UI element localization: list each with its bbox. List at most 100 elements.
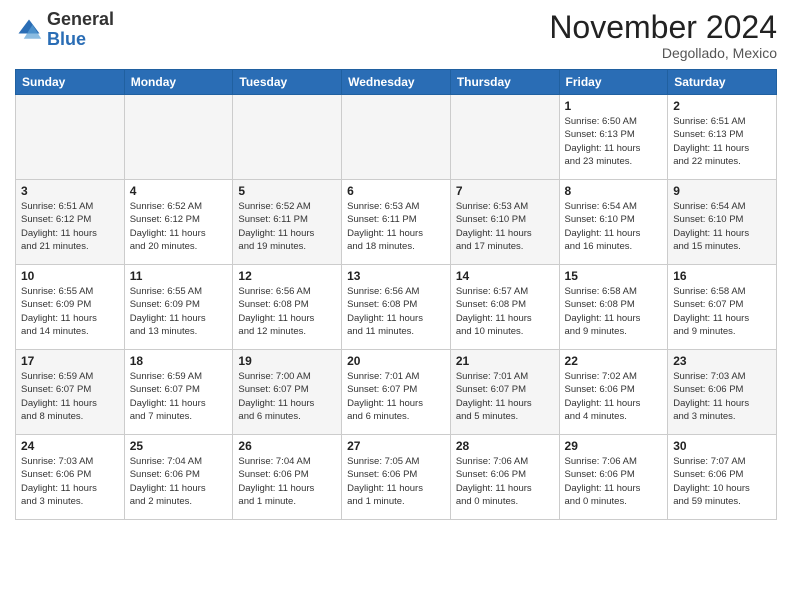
title-block: November 2024 Degollado, Mexico [549, 10, 777, 61]
calendar-cell: 27 Sunrise: 7:05 AM Sunset: 6:06 PM Dayli… [342, 435, 451, 520]
calendar-cell: 9 Sunrise: 6:54 AM Sunset: 6:10 PM Daylig… [668, 180, 777, 265]
day-number: 17 [21, 354, 119, 368]
calendar-cell [342, 95, 451, 180]
calendar-cell: 12 Sunrise: 6:56 AM Sunset: 6:08 PM Dayli… [233, 265, 342, 350]
weekday-header-thursday: Thursday [450, 70, 559, 95]
day-info: Sunrise: 6:50 AM Sunset: 6:13 PM Dayligh… [565, 115, 663, 168]
calendar-cell: 29Sunrise: 7:06 AM Sunset: 6:06 PM Dayli… [559, 435, 668, 520]
calendar-cell [233, 95, 342, 180]
day-info: Sunrise: 6:51 AM Sunset: 6:13 PM Dayligh… [673, 115, 771, 168]
weekday-header-friday: Friday [559, 70, 668, 95]
calendar-cell: 15 Sunrise: 6:58 AM Sunset: 6:08 PM Dayli… [559, 265, 668, 350]
calendar-cell: 3Sunrise: 6:51 AM Sunset: 6:12 PM Daylig… [16, 180, 125, 265]
day-info: Sunrise: 7:01 AM Sunset: 6:07 PM Dayligh… [456, 370, 554, 423]
calendar-cell: 22Sunrise: 7:02 AM Sunset: 6:06 PM Dayli… [559, 350, 668, 435]
day-number: 3 [21, 184, 119, 198]
day-number: 7 [456, 184, 554, 198]
logo-general: General [47, 9, 114, 29]
calendar-cell: 6Sunrise: 6:53 AM Sunset: 6:11 PM Daylig… [342, 180, 451, 265]
weekday-header-row: SundayMondayTuesdayWednesdayThursdayFrid… [16, 70, 777, 95]
calendar-cell: 4 Sunrise: 6:52 AM Sunset: 6:12 PM Daylig… [124, 180, 233, 265]
header: General Blue November 2024 Degollado, Me… [15, 10, 777, 61]
day-number: 29 [565, 439, 663, 453]
day-info: Sunrise: 6:52 AM Sunset: 6:12 PM Dayligh… [130, 200, 228, 253]
page: General Blue November 2024 Degollado, Me… [0, 0, 792, 535]
day-info: Sunrise: 7:06 AM Sunset: 6:06 PM Dayligh… [456, 455, 554, 508]
calendar-cell: 24 Sunrise: 7:03 AM Sunset: 6:06 PM Dayli… [16, 435, 125, 520]
day-info: Sunrise: 6:56 AM Sunset: 6:08 PM Dayligh… [238, 285, 336, 338]
day-number: 8 [565, 184, 663, 198]
day-info: Sunrise: 7:07 AM Sunset: 6:06 PM Dayligh… [673, 455, 771, 508]
weekday-header-saturday: Saturday [668, 70, 777, 95]
day-info: Sunrise: 7:01 AM Sunset: 6:07 PM Dayligh… [347, 370, 445, 423]
day-number: 16 [673, 269, 771, 283]
calendar-cell: 7 Sunrise: 6:53 AM Sunset: 6:10 PM Daylig… [450, 180, 559, 265]
day-number: 12 [238, 269, 336, 283]
logo-icon [15, 16, 43, 44]
calendar-cell [450, 95, 559, 180]
week-row-5: 24 Sunrise: 7:03 AM Sunset: 6:06 PM Dayli… [16, 435, 777, 520]
day-number: 11 [130, 269, 228, 283]
day-info: Sunrise: 6:58 AM Sunset: 6:08 PM Dayligh… [565, 285, 663, 338]
day-info: Sunrise: 6:57 AM Sunset: 6:08 PM Dayligh… [456, 285, 554, 338]
calendar-cell: 16Sunrise: 6:58 AM Sunset: 6:07 PM Dayli… [668, 265, 777, 350]
day-number: 28 [456, 439, 554, 453]
day-info: Sunrise: 6:53 AM Sunset: 6:10 PM Dayligh… [456, 200, 554, 253]
day-number: 30 [673, 439, 771, 453]
weekday-header-wednesday: Wednesday [342, 70, 451, 95]
day-info: Sunrise: 7:03 AM Sunset: 6:06 PM Dayligh… [21, 455, 119, 508]
day-number: 9 [673, 184, 771, 198]
calendar-cell [124, 95, 233, 180]
day-number: 27 [347, 439, 445, 453]
day-info: Sunrise: 6:54 AM Sunset: 6:10 PM Dayligh… [673, 200, 771, 253]
logo-text: General Blue [47, 10, 114, 50]
calendar-cell: 17Sunrise: 6:59 AM Sunset: 6:07 PM Dayli… [16, 350, 125, 435]
calendar-cell: 20Sunrise: 7:01 AM Sunset: 6:07 PM Dayli… [342, 350, 451, 435]
calendar-cell: 13 Sunrise: 6:56 AM Sunset: 6:08 PM Dayli… [342, 265, 451, 350]
calendar-cell: 5 Sunrise: 6:52 AM Sunset: 6:11 PM Daylig… [233, 180, 342, 265]
calendar-cell: 26 Sunrise: 7:04 AM Sunset: 6:06 PM Dayli… [233, 435, 342, 520]
day-info: Sunrise: 7:05 AM Sunset: 6:06 PM Dayligh… [347, 455, 445, 508]
calendar-cell: 14 Sunrise: 6:57 AM Sunset: 6:08 PM Dayli… [450, 265, 559, 350]
month-title: November 2024 [549, 10, 777, 45]
week-row-2: 3Sunrise: 6:51 AM Sunset: 6:12 PM Daylig… [16, 180, 777, 265]
day-info: Sunrise: 6:55 AM Sunset: 6:09 PM Dayligh… [130, 285, 228, 338]
day-info: Sunrise: 6:56 AM Sunset: 6:08 PM Dayligh… [347, 285, 445, 338]
weekday-header-tuesday: Tuesday [233, 70, 342, 95]
day-number: 19 [238, 354, 336, 368]
day-number: 6 [347, 184, 445, 198]
day-info: Sunrise: 7:04 AM Sunset: 6:06 PM Dayligh… [238, 455, 336, 508]
day-number: 18 [130, 354, 228, 368]
day-number: 14 [456, 269, 554, 283]
day-info: Sunrise: 6:52 AM Sunset: 6:11 PM Dayligh… [238, 200, 336, 253]
day-info: Sunrise: 6:54 AM Sunset: 6:10 PM Dayligh… [565, 200, 663, 253]
day-number: 22 [565, 354, 663, 368]
day-info: Sunrise: 7:00 AM Sunset: 6:07 PM Dayligh… [238, 370, 336, 423]
logo: General Blue [15, 10, 114, 50]
day-info: Sunrise: 6:59 AM Sunset: 6:07 PM Dayligh… [130, 370, 228, 423]
calendar-cell: 2Sunrise: 6:51 AM Sunset: 6:13 PM Daylig… [668, 95, 777, 180]
day-number: 26 [238, 439, 336, 453]
day-number: 13 [347, 269, 445, 283]
calendar-cell: 23 Sunrise: 7:03 AM Sunset: 6:06 PM Dayli… [668, 350, 777, 435]
day-number: 10 [21, 269, 119, 283]
calendar-cell: 30 Sunrise: 7:07 AM Sunset: 6:06 PM Dayli… [668, 435, 777, 520]
week-row-3: 10 Sunrise: 6:55 AM Sunset: 6:09 PM Dayli… [16, 265, 777, 350]
weekday-header-monday: Monday [124, 70, 233, 95]
day-number: 24 [21, 439, 119, 453]
calendar-cell: 11 Sunrise: 6:55 AM Sunset: 6:09 PM Dayli… [124, 265, 233, 350]
calendar-cell: 8 Sunrise: 6:54 AM Sunset: 6:10 PM Daylig… [559, 180, 668, 265]
day-info: Sunrise: 6:55 AM Sunset: 6:09 PM Dayligh… [21, 285, 119, 338]
calendar-cell: 10 Sunrise: 6:55 AM Sunset: 6:09 PM Dayli… [16, 265, 125, 350]
day-info: Sunrise: 7:03 AM Sunset: 6:06 PM Dayligh… [673, 370, 771, 423]
day-number: 1 [565, 99, 663, 113]
day-number: 4 [130, 184, 228, 198]
day-number: 5 [238, 184, 336, 198]
logo-blue: Blue [47, 29, 86, 49]
day-number: 15 [565, 269, 663, 283]
calendar-cell: 21 Sunrise: 7:01 AM Sunset: 6:07 PM Dayli… [450, 350, 559, 435]
day-number: 21 [456, 354, 554, 368]
week-row-4: 17 Sunrise: 6:59 AM Sunset: 6:07 PM Dayli… [16, 350, 777, 435]
day-number: 23 [673, 354, 771, 368]
calendar-cell [16, 95, 125, 180]
